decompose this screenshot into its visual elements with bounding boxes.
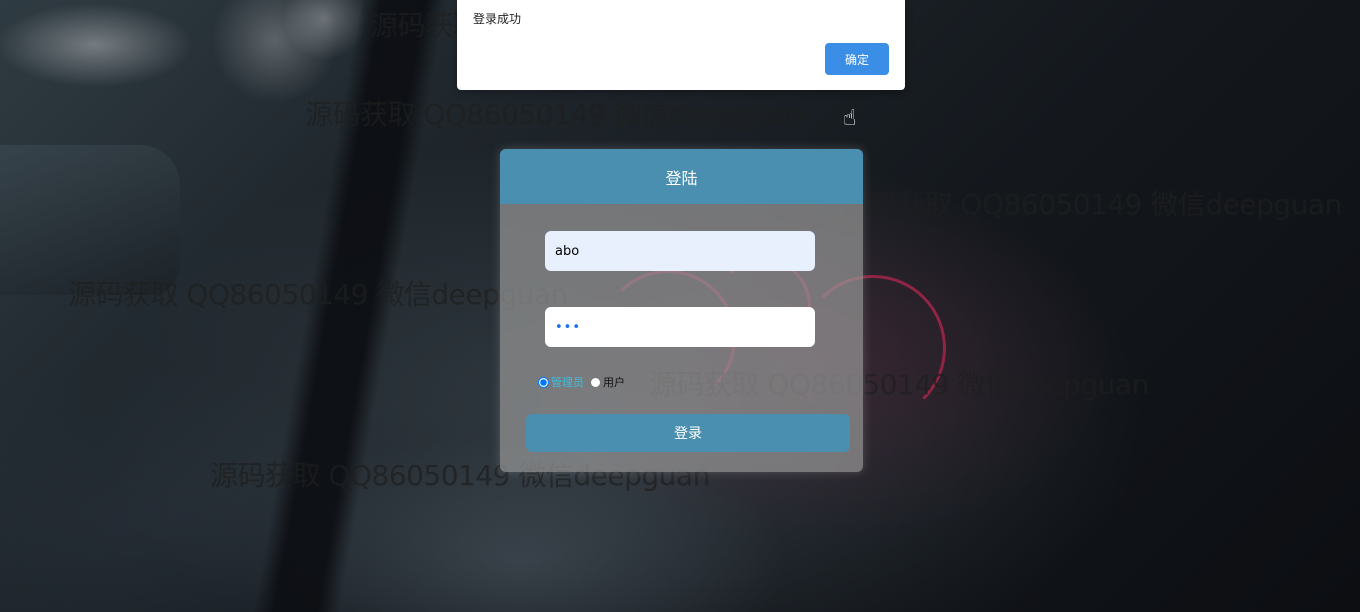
role-admin-radio[interactable]	[538, 376, 549, 388]
role-user-radio[interactable]	[590, 376, 601, 388]
login-panel: 登陆 管理员 用户 登录	[500, 149, 863, 472]
role-selector: 管理员 用户	[538, 374, 625, 390]
alert-dialog: 登录成功 确定	[457, 0, 905, 90]
login-title: 登陆	[500, 149, 863, 204]
login-button[interactable]: 登录	[526, 414, 850, 452]
alert-message: 登录成功	[473, 12, 522, 26]
watermark: 源码获取 QQ86050149 微信deepguan	[68, 278, 568, 311]
watermark: 源码获取 QQ86050149 微信deepguan	[305, 98, 805, 131]
confirm-button[interactable]: 确定	[825, 43, 889, 75]
role-user-label[interactable]: 用户	[603, 374, 625, 390]
username-input[interactable]	[545, 231, 815, 271]
watermark: 源码获取 QQ86050149 微信deepguan	[842, 188, 1342, 221]
password-input[interactable]	[545, 307, 815, 347]
hand-cursor-icon: ☝	[843, 106, 857, 131]
role-admin-label[interactable]: 管理员	[551, 374, 584, 390]
